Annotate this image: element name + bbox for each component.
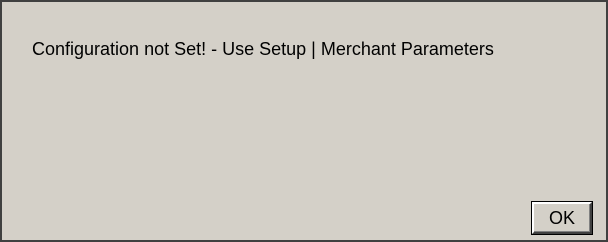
dialog-message: Configuration not Set! - Use Setup | Mer…: [32, 39, 494, 59]
ok-button[interactable]: OK: [531, 201, 593, 235]
configuration-dialog: Configuration not Set! - Use Setup | Mer…: [0, 0, 608, 242]
